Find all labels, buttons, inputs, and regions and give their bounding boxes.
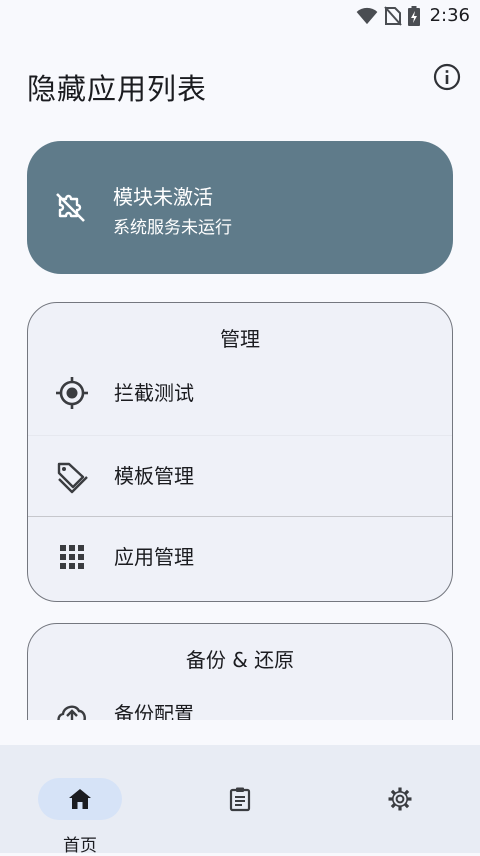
no-sim-icon [383, 5, 402, 26]
extension-off-icon [56, 193, 85, 222]
crosshair-icon [56, 377, 88, 409]
scroll-fade [0, 720, 480, 748]
status-bar: 2:36 [0, 0, 480, 32]
nav-label-home: 首页 [63, 836, 97, 856]
clipboard-list-icon [229, 787, 251, 812]
menu-item-label: 拦截测试 [114, 381, 194, 405]
module-status-title: 模块未激活 [113, 185, 213, 209]
tags-icon [57, 462, 88, 494]
menu-item-app-manage[interactable]: 应用管理 [28, 517, 452, 597]
info-button[interactable] [432, 62, 462, 92]
nav-home[interactable]: 首页 [0, 761, 122, 856]
apps-grid-icon [60, 545, 84, 569]
menu-item-intercept-test[interactable]: 拦截测试 [28, 363, 452, 423]
bottom-navigation: 首页 [0, 745, 480, 856]
status-time: 2:36 [429, 5, 470, 26]
status-icons: 2:36 [356, 5, 470, 26]
nav-settings[interactable] [340, 761, 460, 841]
info-icon [433, 63, 461, 91]
module-status-card[interactable]: 模块未激活 系统服务未运行 [27, 141, 453, 274]
wifi-icon [356, 7, 377, 24]
page-title: 隐藏应用列表 [27, 72, 208, 106]
home-icon [69, 789, 91, 809]
manage-section: 管理 拦截测试 模板管理 应用管理 [27, 302, 453, 602]
nav-logs[interactable] [180, 761, 300, 841]
menu-item-template-manage[interactable]: 模板管理 [28, 436, 452, 516]
menu-item-label: 应用管理 [114, 545, 194, 569]
top-app-bar: 隐藏应用列表 [0, 52, 480, 116]
menu-item-label: 模板管理 [114, 464, 194, 488]
module-status-subtitle: 系统服务未运行 [113, 218, 232, 238]
battery-charging-icon [407, 5, 420, 26]
gear-icon [388, 787, 412, 811]
